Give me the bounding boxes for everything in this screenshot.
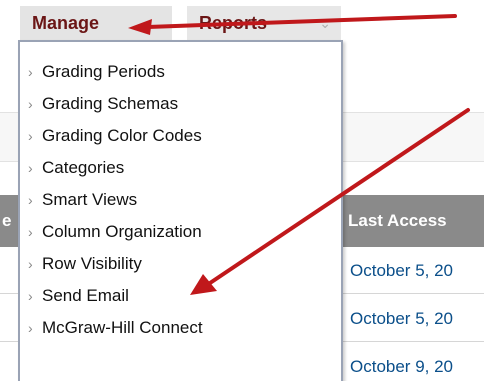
menu-item-label: Grading Schemas: [42, 94, 179, 113]
menu-item-label: Smart Views: [42, 190, 138, 209]
chevron-right-icon: ›: [28, 320, 33, 336]
menu-item-smart-views[interactable]: › Smart Views: [20, 184, 341, 216]
column-header-partial[interactable]: e: [2, 195, 11, 247]
menu-item-label: Grading Periods: [42, 62, 165, 81]
menu-item-grading-periods[interactable]: › Grading Periods: [20, 56, 341, 88]
chevron-right-icon: ›: [28, 160, 33, 176]
menu-item-label: Grading Color Codes: [42, 126, 202, 145]
manage-dropdown-menu: › Grading Periods › Grading Schemas › Gr…: [18, 40, 343, 381]
menu-item-grading-color-codes[interactable]: › Grading Color Codes: [20, 120, 341, 152]
menu-item-mcgraw-hill-connect[interactable]: › McGraw-Hill Connect: [20, 312, 341, 344]
reports-menu-label: Reports: [199, 13, 268, 33]
menu-item-label: Column Organization: [42, 222, 202, 241]
column-header-last-access[interactable]: Last Access: [348, 195, 447, 247]
last-access-cell[interactable]: October 5, 20: [350, 295, 453, 342]
reports-menu-tab[interactable]: Reports ⌄: [187, 6, 341, 40]
menu-item-row-visibility[interactable]: › Row Visibility: [20, 248, 341, 280]
menu-item-label: Categories: [42, 158, 125, 177]
menu-item-grading-schemas[interactable]: › Grading Schemas: [20, 88, 341, 120]
chevron-down-icon: ⌄: [319, 15, 331, 31]
chevron-right-icon: ›: [28, 288, 33, 304]
manage-menu-label: Manage: [32, 13, 100, 33]
chevron-right-icon: ›: [28, 192, 33, 208]
chevron-right-icon: ›: [28, 256, 33, 272]
chevron-right-icon: ›: [28, 64, 33, 80]
menu-bar: Manage Reports ⌄: [0, 0, 484, 40]
menu-item-column-organization[interactable]: › Column Organization: [20, 216, 341, 248]
menu-item-categories[interactable]: › Categories: [20, 152, 341, 184]
menu-item-send-email[interactable]: › Send Email: [20, 280, 341, 312]
menu-item-label: Row Visibility: [42, 254, 142, 273]
last-access-cell[interactable]: October 9, 20: [350, 343, 453, 381]
chevron-right-icon: ›: [28, 96, 33, 112]
menu-item-label: Send Email: [42, 286, 129, 305]
menu-item-label: McGraw-Hill Connect: [42, 318, 203, 337]
chevron-right-icon: ›: [28, 128, 33, 144]
manage-menu-tab[interactable]: Manage: [20, 6, 172, 40]
last-access-cell[interactable]: October 5, 20: [350, 247, 453, 294]
chevron-right-icon: ›: [28, 224, 33, 240]
